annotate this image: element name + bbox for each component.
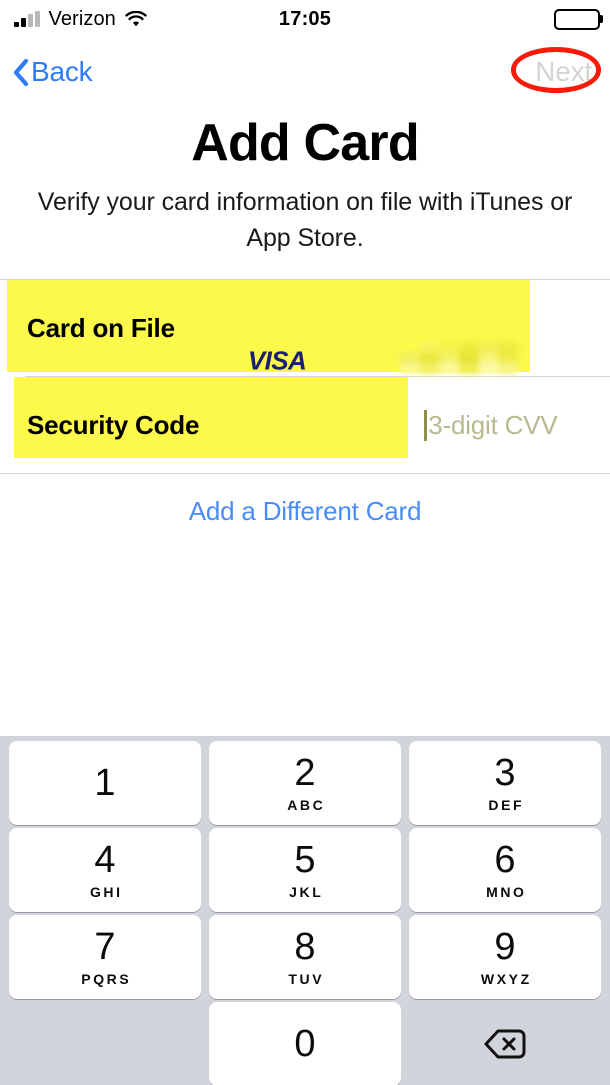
card-form-section: Card on File VISA Security Code 3-digit … bbox=[0, 279, 610, 474]
key-1[interactable]: 1 bbox=[9, 741, 201, 825]
key-3-digit: 3 bbox=[494, 751, 516, 794]
back-button-label: Back bbox=[31, 56, 93, 87]
card-on-file-label: Card on File bbox=[27, 312, 175, 343]
section-bottom-divider bbox=[0, 473, 610, 474]
visa-brand-logo: VISA bbox=[247, 345, 307, 375]
key-3-letters: DEF bbox=[488, 796, 525, 813]
keypad-row-4: 0 bbox=[5, 1002, 605, 1085]
phone-screen: Verizon 17:05 Back Next Add Card Verify … bbox=[0, 0, 610, 1085]
key-5[interactable]: 5 JKL bbox=[209, 828, 401, 912]
key-7-digit: 7 bbox=[94, 925, 116, 968]
delete-key[interactable] bbox=[409, 1002, 601, 1085]
key-5-digit: 5 bbox=[294, 838, 316, 881]
card-number-redacted bbox=[399, 342, 518, 374]
security-code-placeholder: 3-digit CVV bbox=[428, 409, 558, 440]
key-2[interactable]: 2 ABC bbox=[209, 741, 401, 825]
status-bar-right bbox=[554, 0, 603, 38]
add-a-different-card-link[interactable]: Add a Different Card bbox=[0, 496, 610, 527]
status-bar-clock: 17:05 bbox=[278, 7, 332, 30]
security-code-input[interactable]: 3-digit CVV bbox=[424, 409, 558, 441]
battery-icon bbox=[554, 8, 603, 30]
keypad-row-3: 7 PQRS 8 TUV 9 WXYZ bbox=[5, 915, 605, 999]
key-2-letters: ABC bbox=[287, 796, 326, 813]
key-5-letters: JKL bbox=[289, 883, 324, 900]
key-4-letters: GHI bbox=[89, 883, 123, 900]
key-6-digit: 6 bbox=[494, 838, 516, 881]
numeric-keypad: 1 2 ABC 3 DEF 4 GHI 5 JKL 6 MNO 7 PQRS 8… bbox=[0, 736, 610, 1085]
backspace-delete-icon bbox=[483, 1028, 527, 1060]
keypad-row-1: 1 2 ABC 3 DEF bbox=[5, 741, 605, 825]
key-0[interactable]: 0 bbox=[209, 1002, 401, 1085]
card-on-file-row[interactable]: Card on File VISA bbox=[0, 280, 610, 376]
key-4-digit: 4 bbox=[94, 838, 116, 881]
key-6[interactable]: 6 MNO bbox=[409, 828, 601, 912]
keypad-row-2: 4 GHI 5 JKL 6 MNO bbox=[5, 828, 605, 912]
back-button[interactable]: Back bbox=[13, 44, 93, 100]
key-1-digit: 1 bbox=[94, 762, 116, 804]
key-4[interactable]: 4 GHI bbox=[9, 828, 201, 912]
chevron-left-icon bbox=[13, 58, 28, 86]
key-7[interactable]: 7 PQRS bbox=[9, 915, 201, 999]
security-code-label: Security Code bbox=[27, 409, 200, 440]
key-6-letters: MNO bbox=[486, 883, 527, 900]
key-9-digit: 9 bbox=[494, 925, 516, 968]
security-code-row[interactable]: Security Code 3-digit CVV bbox=[0, 377, 610, 473]
status-bar: Verizon 17:05 bbox=[0, 0, 610, 38]
keypad-spacer-left bbox=[9, 1002, 201, 1085]
key-2-digit: 2 bbox=[294, 751, 316, 794]
next-button[interactable]: Next bbox=[535, 44, 592, 100]
key-0-digit: 0 bbox=[294, 1023, 316, 1065]
key-7-letters: PQRS bbox=[81, 970, 132, 987]
key-8-letters: TUV bbox=[288, 970, 325, 987]
navigation-bar: Back Next bbox=[0, 44, 610, 100]
key-8[interactable]: 8 TUV bbox=[209, 915, 401, 999]
key-8-digit: 8 bbox=[294, 925, 316, 968]
key-9[interactable]: 9 WXYZ bbox=[409, 915, 601, 999]
key-3[interactable]: 3 DEF bbox=[409, 741, 601, 825]
text-cursor bbox=[424, 409, 428, 441]
key-9-letters: WXYZ bbox=[480, 970, 532, 987]
page-subtitle: Verify your card information on file wit… bbox=[37, 188, 573, 252]
page-title: Add Card bbox=[191, 114, 419, 172]
